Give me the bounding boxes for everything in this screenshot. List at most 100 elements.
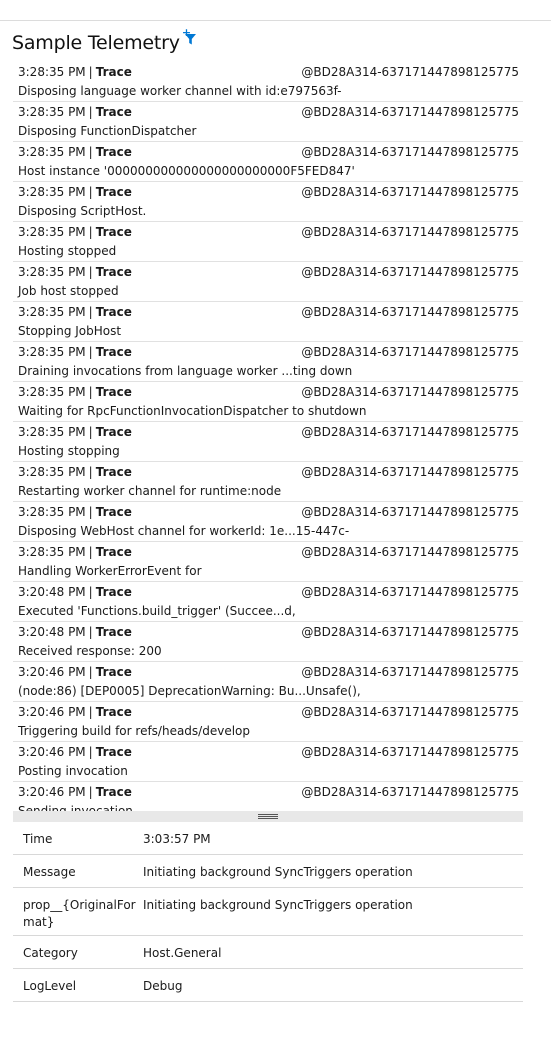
log-entry-time: 3:20:46 PM [18,665,86,679]
log-entry-header: 3:28:35 PM | Trace @BD28A314-63717144789812… [13,142,523,162]
header: Sample Telemetry + [12,27,197,58]
detail-row-category: Category Host.General [13,936,523,969]
log-entry-time: 3:28:35 PM [18,105,86,119]
log-entry-source: @BD28A314-637171447898125775 [301,185,519,199]
log-entry-source: @BD28A314-637171447898125775 [301,545,519,559]
log-entry[interactable]: 3:28:35 PM | Trace @BD28A314-63717144789812… [13,102,523,142]
log-entry-level: Trace [95,425,132,439]
log-entry-meta: 3:28:35 PM | Trace [18,225,132,239]
separator: | [88,425,93,439]
log-entry-meta: 3:20:48 PM | Trace [18,585,132,599]
log-entry-source: @BD28A314-637171447898125775 [301,425,519,439]
log-entry-header: 3:28:35 PM | Trace @BD28A314-63717144789812… [13,222,523,242]
log-entry-header: 3:28:35 PM | Trace @BD28A314-63717144789812… [13,542,523,562]
separator: | [88,105,93,119]
separator: | [88,385,93,399]
log-entry[interactable]: 3:28:35 PM | Trace @BD28A314-63717144789812… [13,342,523,382]
separator: | [88,65,93,79]
log-entry-message: Triggering build for refs/heads/develop [18,724,250,738]
log-entry-level: Trace [95,225,132,239]
top-border [0,20,551,21]
separator: | [88,505,93,519]
log-entry[interactable]: 3:28:35 PM | Trace @BD28A314-63717144789812… [13,182,523,222]
log-entry-time: 3:28:35 PM [18,225,86,239]
log-entry-header: 3:20:46 PM | Trace @BD28A314-63717144789812… [13,702,523,722]
log-entry-level: Trace [95,65,132,79]
log-entry-meta: 3:28:35 PM | Trace [18,185,132,199]
separator: | [88,185,93,199]
log-entry[interactable]: 3:28:35 PM | Trace @BD28A314-63717144789812… [13,302,523,342]
log-entry-source: @BD28A314-637171447898125775 [301,265,519,279]
detail-key: Time [23,832,53,846]
log-entry-message: Stopping JobHost [18,324,122,338]
separator: | [88,625,93,639]
log-entry-source: @BD28A314-637171447898125775 [301,145,519,159]
log-entry[interactable]: 3:28:35 PM | Trace @BD28A314-63717144789812… [13,262,523,302]
detail-row-log-level: LogLevel Debug [13,969,523,1002]
log-entry-message: Disposing language worker channel with i… [18,84,342,98]
log-entry-level: Trace [95,145,132,159]
detail-value: 3:03:57 PM [143,832,211,846]
log-entry-time: 3:28:35 PM [18,145,86,159]
log-entry-header: 3:28:35 PM | Trace @BD28A314-63717144789812… [13,62,523,82]
log-entry[interactable]: 3:20:46 PM | Trace @BD28A314-63717144789812… [13,662,523,702]
log-entry-time: 3:20:48 PM [18,625,86,639]
separator: | [88,145,93,159]
log-entry-message: Disposing FunctionDispatcher [18,124,197,138]
log-entry-header: 3:20:46 PM | Trace @BD28A314-63717144789812… [13,782,523,802]
log-entry[interactable]: 3:28:35 PM | Trace @BD28A314-63717144789812… [13,222,523,262]
log-entry-level: Trace [95,705,132,719]
log-entry[interactable]: 3:20:48 PM | Trace @BD28A314-63717144789812… [13,622,523,662]
pane-splitter[interactable] [13,811,523,822]
log-entry[interactable]: 3:28:35 PM | Trace @BD28A314-63717144789812… [13,382,523,422]
log-entry-source: @BD28A314-637171447898125775 [301,385,519,399]
detail-value: Initiating background SyncTriggers opera… [143,865,413,879]
log-entry-source: @BD28A314-637171447898125775 [301,785,519,799]
log-entry[interactable]: 3:28:35 PM | Trace @BD28A314-63717144789812… [13,422,523,462]
detail-row-time: Time 3:03:57 PM [13,822,523,855]
separator: | [88,705,93,719]
log-entry-header: 3:28:35 PM | Trace @BD28A314-63717144789812… [13,502,523,522]
log-entry-time: 3:20:46 PM [18,785,86,799]
separator: | [88,305,93,319]
log-entry-meta: 3:20:46 PM | Trace [18,705,132,719]
log-entry-level: Trace [95,105,132,119]
log-entry[interactable]: 3:20:46 PM | Trace @BD28A314-63717144789812… [13,782,523,811]
separator: | [88,665,93,679]
detail-row-original-format: prop__{OriginalFor mat} Initiating backg… [13,888,523,936]
log-entry-level: Trace [95,185,132,199]
grip-handle-icon[interactable] [258,814,278,819]
log-entry[interactable]: 3:20:46 PM | Trace @BD28A314-63717144789812… [13,702,523,742]
log-entry[interactable]: 3:28:35 PM | Trace @BD28A314-63717144789812… [13,502,523,542]
log-entry-level: Trace [95,305,132,319]
log-entry[interactable]: 3:20:46 PM | Trace @BD28A314-63717144789812… [13,742,523,782]
log-entry-time: 3:28:35 PM [18,465,86,479]
log-entry[interactable]: 3:28:35 PM | Trace @BD28A314-63717144789812… [13,462,523,502]
log-entry-message: Executed 'Functions.build_trigger' (Succ… [18,604,296,618]
detail-value: Debug [143,979,183,993]
log-entry[interactable]: 3:28:35 PM | Trace @BD28A314-63717144789812… [13,62,523,102]
log-entry[interactable]: 3:20:48 PM | Trace @BD28A314-63717144789812… [13,582,523,622]
log-list[interactable]: 3:28:35 PM | Trace @BD28A314-63717144789812… [13,62,523,811]
log-entry-header: 3:28:35 PM | Trace @BD28A314-63717144789812… [13,302,523,322]
log-entry-time: 3:28:35 PM [18,65,86,79]
separator: | [88,545,93,559]
detail-key: Category [23,946,78,960]
log-entry-source: @BD28A314-637171447898125775 [301,665,519,679]
log-entry-header: 3:28:35 PM | Trace @BD28A314-63717144789812… [13,262,523,282]
log-entry[interactable]: 3:28:35 PM | Trace @BD28A314-63717144789812… [13,542,523,582]
log-entry-message: Restarting worker channel for runtime:no… [18,484,282,498]
separator: | [88,585,93,599]
add-filter-button[interactable]: + [181,27,197,50]
log-entry-source: @BD28A314-637171447898125775 [301,105,519,119]
detail-value: Host.General [143,946,222,960]
log-entry-header: 3:20:48 PM | Trace @BD28A314-63717144789812… [13,582,523,602]
log-entry-time: 3:20:46 PM [18,705,86,719]
log-entry-source: @BD28A314-637171447898125775 [301,345,519,359]
separator: | [88,345,93,359]
log-entry-message: Posting invocation [18,764,128,778]
log-entry[interactable]: 3:28:35 PM | Trace @BD28A314-63717144789812… [13,142,523,182]
log-entry-meta: 3:20:46 PM | Trace [18,745,132,759]
detail-key: Message [23,865,76,879]
log-entry-header: 3:20:48 PM | Trace @BD28A314-63717144789812… [13,622,523,642]
